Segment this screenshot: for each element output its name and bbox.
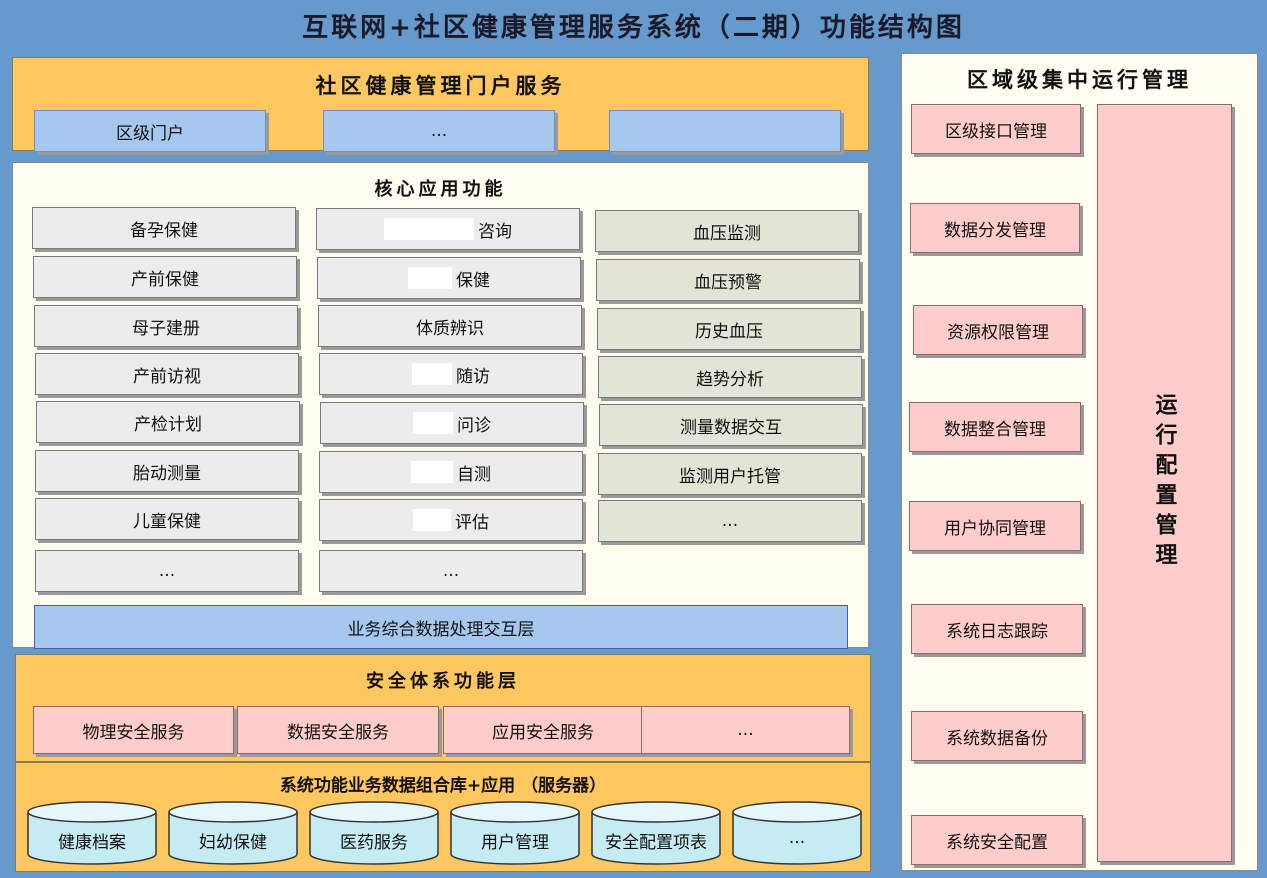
core-heading: 核心应用功能 [374, 179, 507, 200]
portal-item-more: ... [323, 110, 555, 152]
db-cylinder: 妇幼保健 [167, 800, 299, 866]
regional-item: 数据整合管理 [909, 402, 1081, 452]
regional-item: 区级接口管理 [911, 104, 1081, 154]
regional-panel: 区域级集中运行管理 区级接口管理 数据分发管理 资源权限管理 数据整合管理 用户… [901, 53, 1258, 871]
db-label: 医药服务 [340, 833, 408, 853]
security-item: 应用安全服务 [443, 706, 643, 754]
db-label: 安全配置项表 [605, 833, 707, 853]
portal-item-blank [609, 110, 841, 152]
db-cylinder: 安全配置项表 [590, 800, 722, 866]
core-col1-item: 备孕保健 [32, 207, 296, 249]
db-label: ... [788, 828, 806, 848]
core-col3-item: 趋势分析 [598, 356, 862, 398]
core-col2-item: 问诊 [320, 402, 584, 444]
regional-item: 系统数据备份 [911, 711, 1083, 761]
core-col2-item: 咨询 [316, 208, 580, 250]
security-panel: 安全体系功能层 物理安全服务 数据安全服务 应用安全服务 ... [15, 654, 871, 762]
regional-item: 资源权限管理 [913, 305, 1083, 355]
regional-item: 数据分发管理 [910, 203, 1080, 253]
core-col2-item: 随访 [319, 353, 583, 395]
core-col1-item: ... [35, 550, 299, 592]
core-col3-item: 血压预警 [596, 259, 860, 301]
core-col3-item: 血压监测 [595, 210, 859, 252]
regional-item: 系统安全配置 [911, 815, 1083, 865]
core-col1-item: 胎动测量 [35, 450, 299, 492]
core-col3-item: ... [598, 500, 862, 542]
db-cylinder: ... [731, 800, 863, 866]
db-cylinder: 健康档案 [26, 800, 158, 866]
security-item: ... [641, 706, 850, 754]
core-col2-item: 体质辨识 [318, 305, 582, 347]
core-col3-item: 历史血压 [597, 308, 861, 350]
core-col1-item: 产前保健 [33, 256, 297, 298]
data-layer: 业务综合数据处理交互层 [34, 605, 848, 649]
core-col1-item: 儿童保健 [35, 498, 299, 540]
portal-heading: 社区健康管理门户服务 [315, 73, 566, 98]
regional-heading: 区域级集中运行管理 [967, 67, 1192, 92]
core-col2-item: ... [319, 550, 583, 592]
core-panel: 核心应用功能 备孕保健 产前保健 母子建册 产前访视 产检计划 胎动测量 儿童保… [12, 162, 869, 649]
core-col3-item: 测量数据交互 [599, 404, 863, 446]
security-item: 数据安全服务 [237, 706, 439, 754]
core-col2-item: 评估 [319, 499, 583, 541]
regional-item: 系统日志跟踪 [911, 604, 1083, 654]
diagram-title: 互联网+社区健康管理服务系统（二期）功能结构图 [302, 12, 965, 43]
db-label: 妇幼保健 [199, 833, 267, 853]
database-heading: 系统功能业务数据组合库+应用 （服务器） [279, 776, 607, 796]
portal-item-district: 区级门户 [34, 110, 266, 152]
db-cylinder: 医药服务 [308, 800, 440, 866]
portal-panel: 社区健康管理门户服务 区级门户 ... [12, 57, 869, 152]
security-item: 物理安全服务 [33, 706, 234, 754]
core-col1-item: 母子建册 [34, 305, 298, 347]
core-col2-item: 保健 [317, 257, 581, 299]
db-cylinder: 用户管理 [449, 800, 581, 866]
db-label: 用户管理 [481, 833, 549, 853]
core-col2-item: 自测 [319, 451, 583, 493]
core-col1-item: 产前访视 [35, 353, 299, 395]
db-label: 健康档案 [58, 833, 126, 853]
regional-item: 用户协同管理 [909, 501, 1081, 551]
run-config-label: 运行配置管理 [1151, 393, 1178, 573]
security-heading: 安全体系功能层 [366, 671, 520, 692]
core-col3-item: 监测用户托管 [598, 453, 862, 495]
run-config-management: 运行配置管理 [1097, 104, 1232, 862]
core-col1-item: 产检计划 [36, 401, 300, 443]
